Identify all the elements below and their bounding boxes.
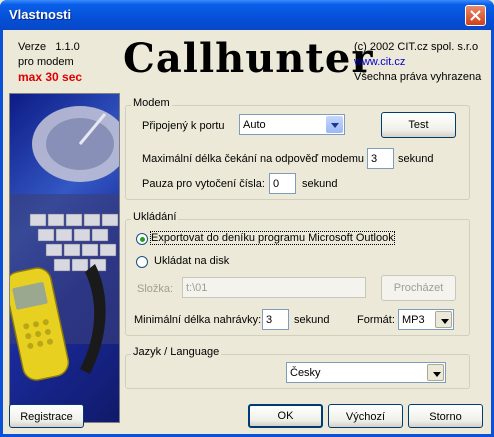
properties-dialog: Vlastnosti Verze 1.1.0 pro modem max 30 … — [0, 0, 494, 437]
format-dropdown[interactable]: MP3 — [398, 309, 454, 330]
format-label: Formát: — [357, 314, 395, 326]
company-info: (c) 2002 CIT.cz spol. s.r.o www.cit.cz V… — [354, 40, 481, 85]
folder-label: Složka: — [137, 283, 174, 295]
pause-unit: sekund — [302, 178, 338, 190]
time-limit: max 30 sec — [18, 70, 83, 84]
close-button[interactable] — [465, 5, 486, 26]
min-length-unit: sekund — [294, 314, 330, 326]
language-dropdown[interactable]: Česky — [286, 362, 446, 383]
version-info: Verze 1.1.0 pro modem max 30 sec — [18, 40, 82, 85]
ok-button[interactable]: OK — [248, 404, 323, 428]
language-value: Česky — [290, 367, 321, 379]
website-link[interactable]: www.cit.cz — [354, 55, 481, 70]
copyright: (c) 2002 CIT.cz spol. s.r.o — [354, 41, 479, 53]
cancel-button[interactable]: Storno — [408, 404, 483, 428]
wait-unit: sekund — [398, 153, 434, 165]
language-group-label: Jazyk / Language — [131, 346, 222, 358]
format-value: MP3 — [402, 314, 425, 326]
chevron-down-icon[interactable] — [326, 116, 343, 133]
folder-input[interactable]: t:\01 — [182, 277, 366, 298]
outlook-radio[interactable] — [136, 233, 148, 245]
title-bar[interactable]: Vlastnosti — [0, 0, 494, 30]
dialog-body: Verze 1.1.0 pro modem max 30 sec Callhun… — [3, 30, 491, 434]
browse-button[interactable]: Procházet — [381, 275, 456, 301]
min-length-label: Minimální délka nahrávky: — [134, 314, 262, 326]
outlook-option-label[interactable]: Exportovat do deníku programu Microsoft … — [150, 231, 395, 245]
port-value: Auto — [243, 119, 266, 131]
chevron-down-icon[interactable] — [435, 311, 452, 328]
modem-group-label: Modem — [131, 97, 172, 109]
version-subtitle: pro modem — [18, 56, 74, 68]
wait-label: Maximální délka čekání na odpověď modemu — [142, 153, 364, 165]
satellite-phone-illustration — [10, 106, 119, 381]
brand-logo: Callhunter — [123, 35, 374, 82]
port-dropdown[interactable]: Auto — [239, 114, 345, 135]
default-button[interactable]: Výchozí — [328, 404, 403, 428]
disk-radio[interactable] — [136, 256, 148, 268]
port-label: Připojený k portu — [142, 120, 225, 132]
disk-option-label[interactable]: Ukládat na disk — [154, 255, 229, 267]
chevron-down-icon[interactable] — [427, 364, 444, 381]
min-length-input[interactable]: 3 — [262, 309, 289, 330]
window-title: Vlastnosti — [9, 7, 72, 22]
wait-input[interactable]: 3 — [367, 148, 394, 169]
version-number: 1.1.0 — [55, 41, 80, 53]
test-button[interactable]: Test — [381, 112, 456, 138]
pause-input[interactable]: 0 — [269, 173, 296, 194]
register-button[interactable]: Registrace — [9, 404, 84, 428]
pause-label: Pauza pro vytočení čísla: — [142, 178, 265, 190]
product-image — [9, 93, 120, 423]
rights-text: Všechna práva vyhrazena — [354, 71, 482, 83]
storage-group-label: Ukládání — [131, 211, 179, 223]
version-label: Verze — [18, 41, 47, 53]
close-icon — [470, 10, 481, 21]
